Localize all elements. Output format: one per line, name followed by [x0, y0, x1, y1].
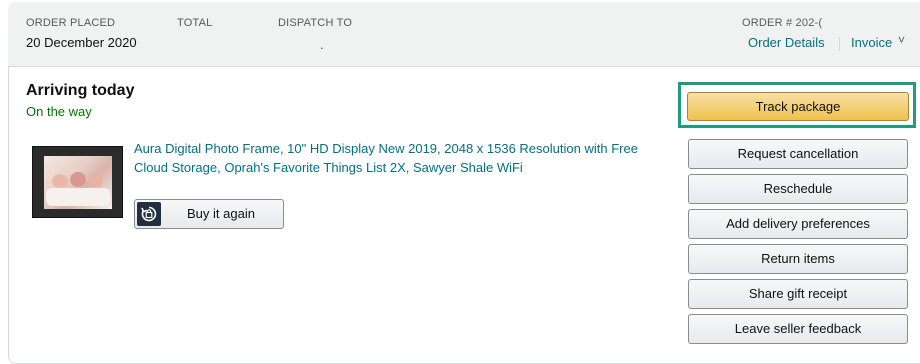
order-placed-label: ORDER PLACED — [26, 17, 116, 29]
total-label: TOTAL — [177, 17, 213, 29]
add-delivery-preferences-button[interactable]: Add delivery preferences — [688, 209, 908, 239]
product-photo — [44, 156, 112, 209]
buy-it-again-button[interactable]: Buy it again — [134, 199, 284, 229]
product-image[interactable] — [32, 146, 123, 218]
header-divider — [839, 37, 840, 51]
invoice-link[interactable]: Invoice — [851, 35, 892, 50]
dispatch-to-label: DISPATCH TO — [278, 17, 353, 29]
delivery-status-title: Arriving today — [26, 82, 135, 99]
order-placed-date: 20 December 2020 — [26, 35, 137, 50]
product-title-link[interactable]: Aura Digital Photo Frame, 10" HD Display… — [134, 139, 659, 177]
share-gift-receipt-button[interactable]: Share gift receipt — [688, 279, 908, 309]
request-cancellation-button[interactable]: Request cancellation — [688, 139, 908, 169]
buy-again-icon — [137, 202, 161, 226]
chevron-down-icon[interactable]: ˅ — [898, 33, 905, 47]
delivery-status-subtitle: On the way — [26, 104, 92, 119]
return-items-button[interactable]: Return items — [688, 244, 908, 274]
order-number-label: ORDER # 202-( — [742, 17, 823, 29]
dispatch-to-recipient[interactable]: . — [320, 37, 324, 52]
leave-seller-feedback-button[interactable]: Leave seller feedback — [688, 314, 908, 344]
order-details-link[interactable]: Order Details — [748, 35, 825, 50]
reschedule-button[interactable]: Reschedule — [688, 174, 908, 204]
buy-it-again-label: Buy it again — [187, 206, 255, 221]
track-package-button[interactable]: Track package — [687, 92, 909, 121]
